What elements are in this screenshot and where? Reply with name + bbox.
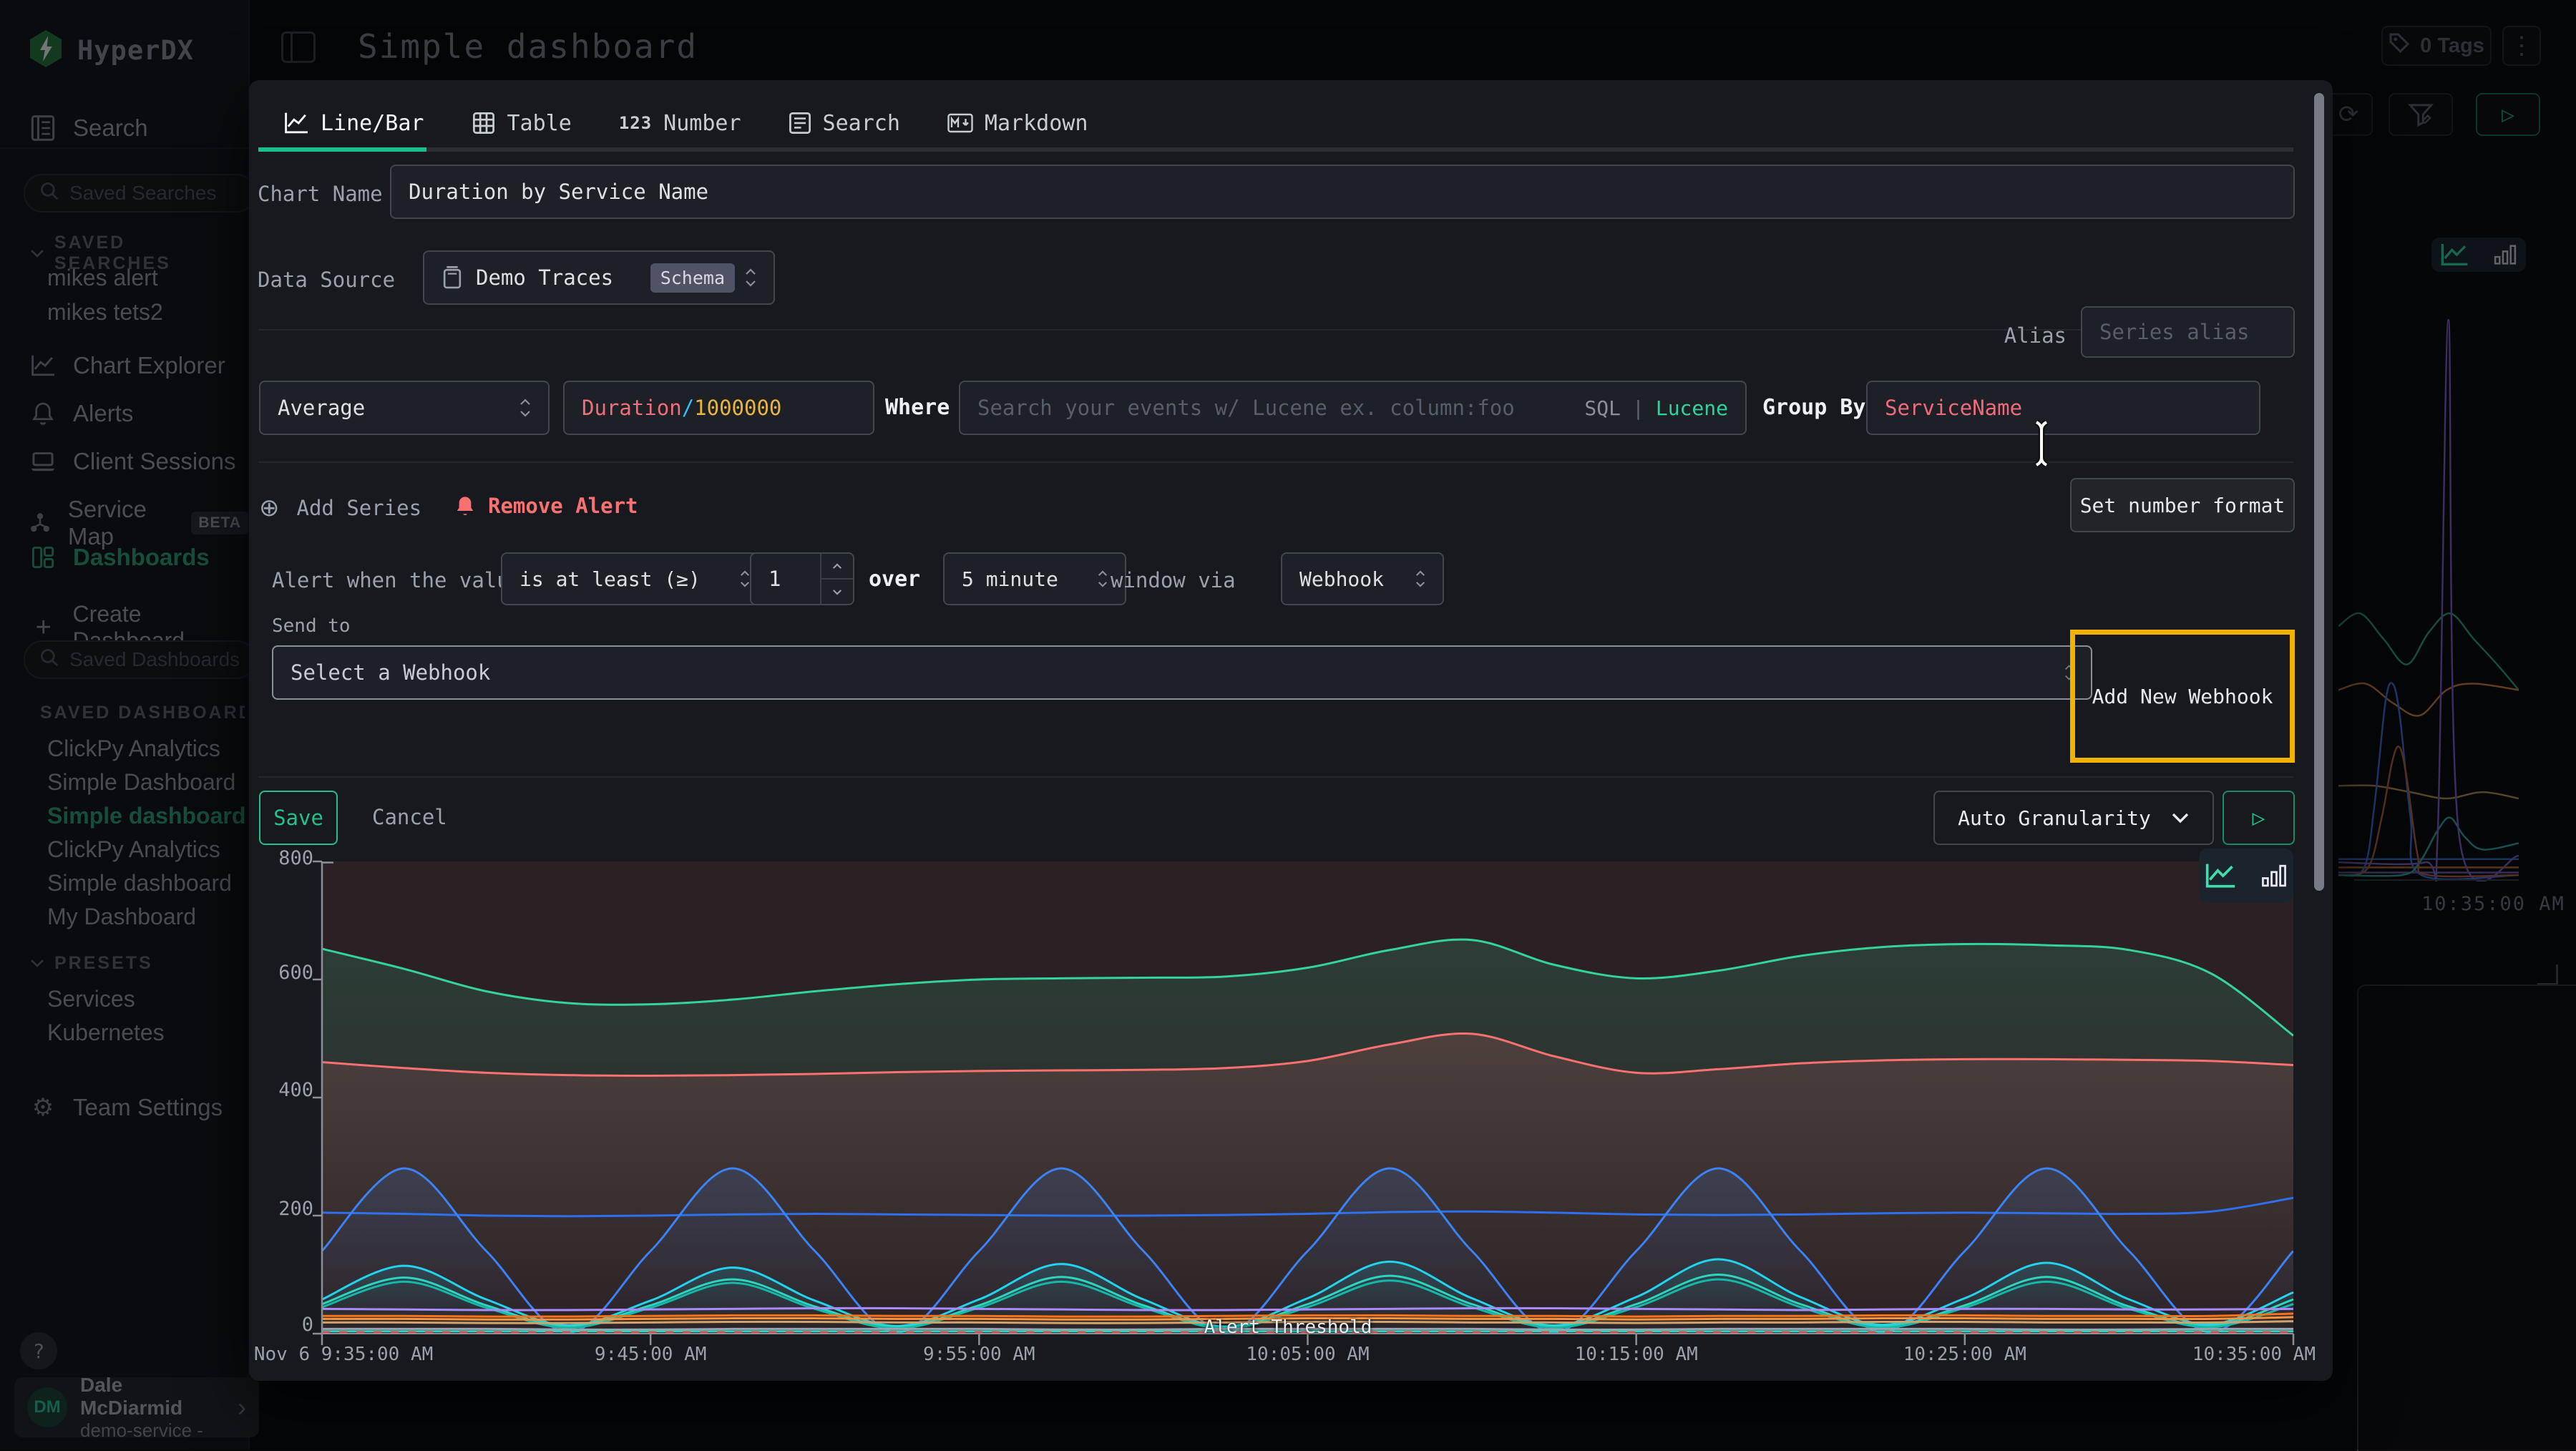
set-number-format-button[interactable]: Set number format [2070,478,2295,532]
lucene-mode-toggle[interactable]: Lucene [1656,396,1728,420]
chart-type-tabbar: Line/Bar Table 123 Number Search Markdow… [283,102,1088,145]
bell-icon [455,494,475,517]
group-by-input[interactable]: ServiceName [1866,381,2260,435]
y-tick-label: 0 [258,1314,313,1336]
select-chevrons-icon [1415,570,1425,587]
alert-window-select[interactable]: 5 minute [943,552,1126,605]
alert-prefix-label: Alert when the value [272,568,522,592]
group-by-label: Group By [1762,395,1866,420]
add-webhook-highlight: Add New Webhook [2070,630,2295,763]
markdown-icon [947,112,973,134]
save-button[interactable]: Save [259,791,338,845]
tab-number[interactable]: 123 Number [619,111,741,136]
tab-line-bar[interactable]: Line/Bar [283,111,424,136]
run-query-button[interactable]: ▷ [2223,791,2295,845]
circled-plus-icon: ⊕ [259,494,280,522]
send-to-label: Send to [272,615,351,637]
bar-chart-icon [2260,862,2288,889]
cancel-button[interactable]: Cancel [372,805,447,829]
section-divider [258,461,2293,463]
line-chart-icon [283,112,309,135]
number-stepper[interactable] [820,554,853,604]
tab-table[interactable]: Table [472,111,572,136]
remove-alert-button[interactable]: Remove Alert [455,494,638,518]
alert-threshold-input[interactable]: 1 [750,552,854,605]
active-tab-underline [258,147,426,152]
add-new-webhook-button[interactable]: Add New Webhook [2092,685,2273,708]
line-chart-icon [2205,862,2236,889]
table-icon [472,112,496,135]
stepper-down-icon [832,589,842,595]
x-tick-label: 10:25:00 AM [1903,1344,2026,1365]
edit-chart-modal: Line/Bar Table 123 Number Search Markdow… [249,80,2333,1381]
chart-type-toggle[interactable] [2199,849,2293,903]
stepper-up-icon [832,563,842,570]
schema-badge: Schema [650,263,735,293]
where-search-placeholder: Search your events w/ Lucene ex. column:… [977,396,1515,420]
tab-markdown[interactable]: Markdown [947,111,1088,136]
alert-threshold-label: Alert Threshold [1204,1316,1372,1338]
alert-condition-select[interactable]: is at least (≥) [501,552,769,605]
search-list-icon [789,112,811,135]
x-tick-label: 10:05:00 AM [1246,1344,1369,1365]
text-cursor [2031,418,2052,469]
aggregation-select[interactable]: Average [259,381,550,435]
modal-scrollbar[interactable] [2314,93,2324,891]
chart-preview-plot [312,859,2303,1357]
chart-name-input[interactable]: Duration by Service Name [390,165,2295,219]
section-divider [258,776,2293,778]
webhook-select[interactable]: Select a Webhook [272,645,2092,700]
select-chevrons-icon [519,399,531,417]
x-tick-label: 9:45:00 AM [595,1344,707,1365]
series-alias-input[interactable]: Series alias [2081,306,2295,358]
over-label: over [869,567,920,592]
tabbar-divider [258,147,2293,152]
data-source-select[interactable]: Demo Traces Schema [423,250,775,305]
y-tick-label: 600 [258,962,313,984]
chart-name-label: Chart Name [258,182,383,206]
data-source-label: Data Source [258,268,395,292]
select-chevrons-icon [1098,570,1108,587]
y-tick-label: 200 [258,1198,313,1220]
x-tick-label: 9:55:00 AM [923,1344,1035,1365]
tab-search[interactable]: Search [789,111,900,136]
select-chevrons-icon [740,570,750,587]
field-expression-input[interactable]: Duration/1000000 [563,381,874,435]
y-tick-label: 400 [258,1079,313,1101]
where-search-input[interactable]: Search your events w/ Lucene ex. column:… [959,381,1747,435]
where-label: Where [885,395,950,420]
alert-channel-select[interactable]: Webhook [1281,552,1444,605]
chart-x-axis-labels: Nov 6 9:35:00 AM 9:45:00 AM 9:55:00 AM 10:0… [249,1344,2333,1368]
select-chevrons-icon [745,268,756,287]
data-source-value: Demo Traces [476,265,613,290]
number-123-icon: 123 [619,113,652,133]
chevron-down-icon [2171,812,2190,824]
y-tick-label: 800 [258,847,313,869]
x-tick-label: Nov 6 9:35:00 AM [254,1344,433,1365]
database-icon [441,265,463,290]
granularity-select[interactable]: Auto Granularity [1933,791,2214,845]
x-tick-label: 10:15:00 AM [1575,1344,1698,1365]
x-tick-label: 10:35:00 AM [2192,1344,2316,1365]
sql-mode-toggle[interactable]: SQL [1584,396,1621,420]
window-via-label: window via [1111,568,1236,592]
alias-label: Alias [1981,323,2067,348]
add-series-button[interactable]: ⊕ Add Series [259,494,421,522]
